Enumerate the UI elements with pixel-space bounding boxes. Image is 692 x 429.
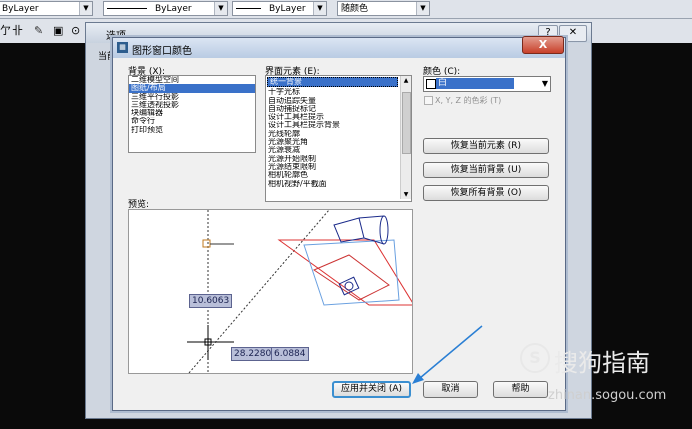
watermark-url: zhinan.sogou.com	[548, 388, 667, 403]
arrow-head-icon	[412, 373, 424, 384]
watermark-text: 搜狗指南	[554, 349, 650, 377]
sogou-logo-icon: S	[520, 343, 550, 373]
annotation-arrow	[419, 325, 483, 379]
